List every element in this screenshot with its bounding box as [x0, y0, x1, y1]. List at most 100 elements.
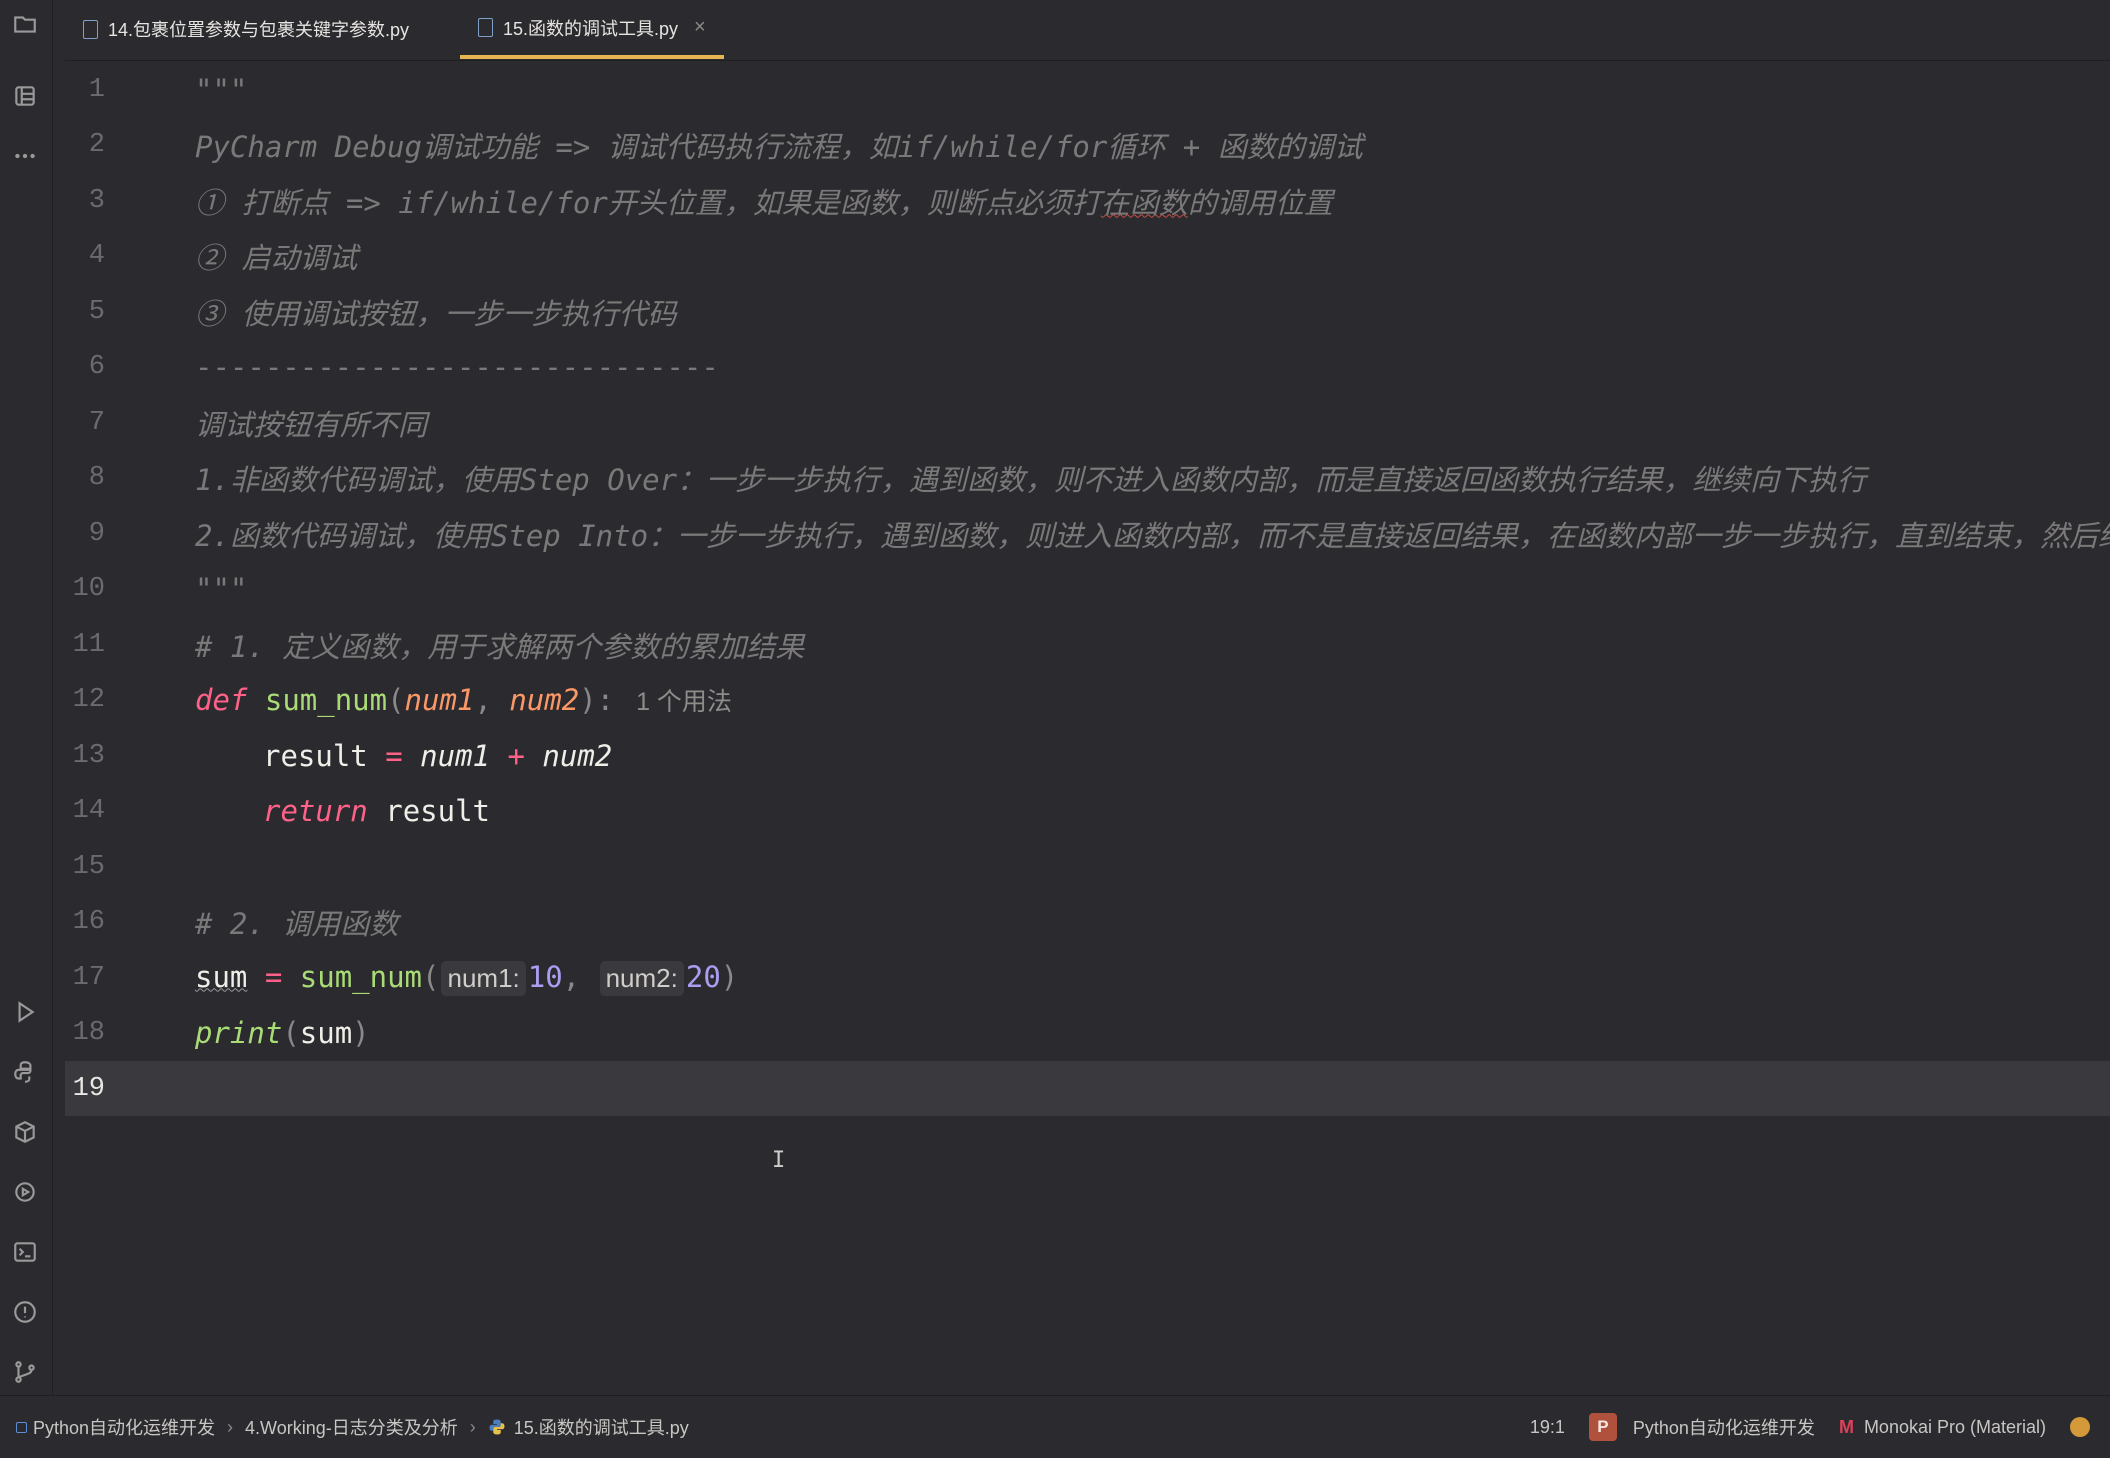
docstring: ------------------------------	[195, 349, 719, 384]
keyword-def: def	[195, 682, 248, 717]
line-number: 2	[88, 129, 105, 160]
python-packages-icon[interactable]	[9, 1116, 41, 1148]
code-line: 7 调试按钮有所不同	[65, 395, 2110, 450]
python-file-icon	[83, 19, 98, 39]
docstring: 调试按钮有所不同	[195, 407, 428, 442]
comment: # 1. 定义函数，用于求解两个参数的累加结果	[195, 629, 805, 664]
parameter-ref: num1	[420, 738, 491, 773]
usage-hint[interactable]: 1 个用法	[636, 688, 732, 716]
tab-label: 15.函数的调试工具.py	[503, 18, 679, 39]
line-number: 16	[72, 906, 105, 937]
line-number: 8	[88, 462, 105, 493]
docstring: ③ 使用调试按钮，一步一步执行代码	[195, 296, 677, 331]
return-statement: return result	[263, 794, 490, 828]
project-badge: P	[1588, 1413, 1617, 1441]
tab-file-15[interactable]: 15.函数的调试工具.py ×	[460, 0, 724, 59]
variable: result	[385, 793, 490, 828]
tab-file-14[interactable]: 14.包裹位置参数与包裹关键字参数.py	[65, 0, 427, 58]
line-number: 4	[88, 240, 105, 271]
docstring-part: ① 打断点 => if/while/for开头位置，如果是函数，则断点必须打	[195, 185, 1101, 220]
editor-tab-bar: 14.包裹位置参数与包裹关键字参数.py 15.函数的调试工具.py ×	[65, 0, 2110, 61]
line-number: 1	[88, 74, 105, 105]
docstring: """	[195, 72, 248, 107]
terminal-icon[interactable]	[9, 1236, 41, 1268]
function-definition: def sum_num(num1, num2): 1 个用法	[195, 682, 732, 717]
parameter-hint: num2:	[599, 960, 684, 996]
assignment: result = num1 + num2	[263, 738, 613, 773]
services-icon[interactable]	[9, 1176, 41, 1208]
chevron-right-icon: ›	[227, 1416, 234, 1437]
theme-name[interactable]: Monokai Pro (Material)	[1864, 1417, 2046, 1438]
number-literal: 20	[685, 959, 721, 994]
notification-icon[interactable]	[2070, 1417, 2090, 1437]
line-number: 6	[88, 351, 105, 382]
close-icon[interactable]: ×	[694, 16, 706, 39]
text-cursor-icon: I	[772, 1148, 786, 1173]
keyword-return: return	[263, 793, 368, 828]
function-call: sum = sum_num(num1: 10, num2: 20)	[195, 959, 739, 996]
print-call: print(sum)	[195, 1015, 370, 1050]
git-icon[interactable]	[9, 1356, 41, 1388]
line-number: 18	[72, 1017, 105, 1048]
docstring: 2.函数代码调试，使用Step Into：一步一步执行，遇到函数，则进入函数内部…	[195, 518, 2110, 553]
docstring: ② 启动调试	[195, 240, 358, 275]
breadcrumb: Python自动化运维开发 › 4.Working-日志分类及分析 › 15.函…	[0, 1414, 689, 1440]
theme-logo-icon: M	[1838, 1416, 1854, 1437]
parameter-hint: num1:	[441, 960, 526, 996]
line-number: 5	[88, 296, 105, 327]
code-line: 15	[65, 839, 2110, 894]
docstring: """	[195, 571, 248, 606]
typo-marked-text: 在函数	[1100, 185, 1188, 220]
current-line[interactable]: 19	[65, 1061, 2110, 1116]
project-icon	[16, 1421, 27, 1433]
function-name: sum_num	[299, 959, 423, 994]
tool-window-strip	[0, 0, 53, 1395]
python-console-icon[interactable]	[9, 1056, 41, 1088]
line-number: 12	[72, 684, 105, 715]
line-number: 14	[72, 795, 105, 826]
python-file-icon	[478, 18, 493, 37]
docstring: 1.非函数代码调试，使用Step Over：一步一步执行，遇到函数，则不进入函数…	[195, 462, 1867, 497]
parameter: num1	[404, 682, 475, 717]
code-line: 1 """	[65, 62, 2110, 117]
code-line: 4 ② 启动调试	[65, 228, 2110, 283]
folder-icon[interactable]	[9, 8, 41, 40]
code-line: 2 PyCharm Debug调试功能 => 调试代码执行流程，如if/while…	[65, 117, 2110, 172]
docstring: PyCharm Debug调试功能 => 调试代码执行流程，如if/while/…	[195, 129, 1363, 164]
breadcrumb-project[interactable]: Python自动化运维开发	[33, 1414, 215, 1440]
code-line: 13 result = num1 + num2	[65, 728, 2110, 783]
line-number: 3	[88, 185, 105, 216]
status-bar: Python自动化运维开发 › 4.Working-日志分类及分析 › 15.函…	[0, 1395, 2110, 1458]
run-icon[interactable]	[9, 996, 41, 1028]
problems-icon[interactable]	[9, 1296, 41, 1328]
builtin-function: print	[195, 1015, 283, 1050]
python-file-icon	[489, 1419, 505, 1435]
code-line: 16 # 2. 调用函数	[65, 894, 2110, 949]
code-editor[interactable]: 1 """ 2 PyCharm Debug调试功能 => 调试代码执行流程，如if/…	[65, 62, 2110, 1395]
code-line: 10 """	[65, 561, 2110, 616]
tab-label: 14.包裹位置参数与包裹关键字参数.py	[108, 20, 410, 40]
caret-position[interactable]: 19:1	[1530, 1417, 1565, 1438]
breadcrumb-folder[interactable]: 4.Working-日志分类及分析	[245, 1414, 458, 1440]
line-number: 9	[88, 518, 105, 549]
line-number: 19	[72, 1073, 105, 1104]
docstring: ① 打断点 => if/while/for开头位置，如果是函数，则断点必须打在函…	[195, 180, 1333, 222]
code-line: 17 sum = sum_num(num1: 10, num2: 20)	[65, 950, 2110, 1005]
breadcrumb-file[interactable]: 15.函数的调试工具.py	[514, 1414, 689, 1440]
chevron-right-icon: ›	[469, 1416, 476, 1437]
more-icon[interactable]	[9, 140, 41, 172]
comment: # 2. 调用函数	[195, 906, 399, 941]
status-right: 19:1 P Python自动化运维开发 M Monokai Pro (Mate…	[1530, 1396, 2110, 1458]
interpreter-selector[interactable]: Python自动化运维开发	[1633, 1414, 1815, 1440]
parameter: num2	[509, 682, 580, 717]
parameter-ref: num2	[542, 738, 613, 773]
code-line: 8 1.非函数代码调试，使用Step Over：一步一步执行，遇到函数，则不进入函…	[65, 450, 2110, 505]
line-number: 13	[72, 740, 105, 771]
code-line: 11 # 1. 定义函数，用于求解两个参数的累加结果	[65, 617, 2110, 672]
variable: sum	[299, 1015, 353, 1050]
function-name: sum_num	[264, 682, 388, 717]
number-literal: 10	[527, 959, 563, 994]
structure-icon[interactable]	[9, 80, 41, 112]
line-number: 17	[72, 962, 105, 993]
code-line: 5 ③ 使用调试按钮，一步一步执行代码	[65, 284, 2110, 339]
